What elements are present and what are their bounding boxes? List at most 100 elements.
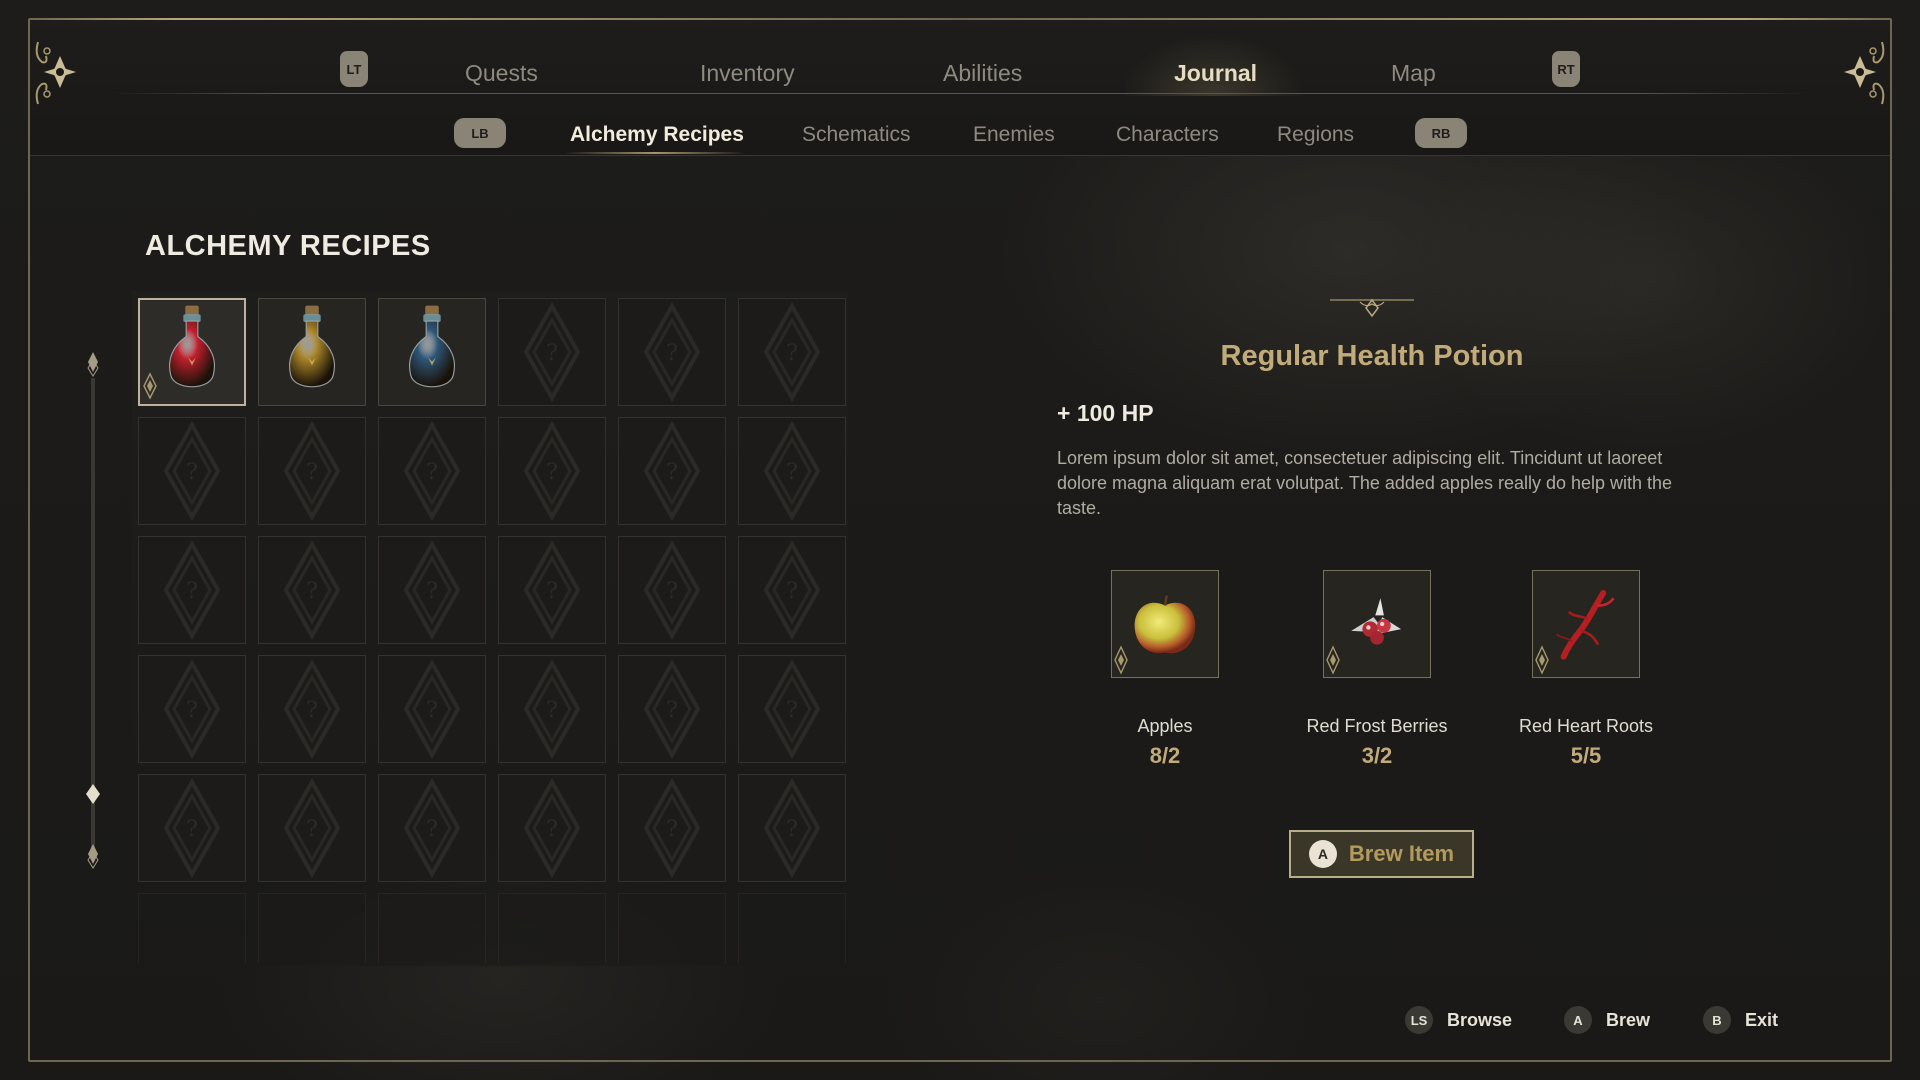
svg-text:?: ? [306, 579, 318, 604]
item-name: Regular Health Potion [1220, 340, 1524, 372]
svg-text:?: ? [306, 817, 318, 842]
recipe-slot-locked[interactable]: ? [618, 655, 726, 763]
recipe-slot-locked[interactable]: ? [258, 774, 366, 882]
recipe-slot-locked[interactable]: ? [498, 298, 606, 406]
rt-button[interactable]: RT [1552, 51, 1580, 87]
recipe-slot[interactable] [258, 298, 366, 406]
locked-recipe-icon: ? [523, 778, 581, 878]
recipe-slot-locked[interactable]: ? [738, 655, 846, 763]
red-potion-icon [169, 305, 215, 388]
locked-recipe-icon: ? [763, 659, 821, 759]
svg-text:?: ? [426, 460, 438, 485]
svg-text:?: ? [666, 698, 678, 723]
ingredient-name: Red Heart Roots [1518, 716, 1654, 736]
title-ornament-icon [1330, 298, 1414, 318]
svg-text:?: ? [546, 341, 558, 366]
recipe-slot-locked[interactable]: ? [378, 417, 486, 525]
locked-recipe-icon: ? [283, 778, 341, 878]
recipe-slot-locked[interactable]: ? [618, 417, 726, 525]
svg-text:?: ? [426, 698, 438, 723]
subtab-regions[interactable]: Regions [1277, 123, 1354, 147]
recipe-slot-locked[interactable]: ? [738, 417, 846, 525]
nav-divider [112, 93, 1808, 94]
recipe-slot-locked[interactable]: ? [498, 774, 606, 882]
brew-item-button[interactable]: A Brew Item [1289, 830, 1474, 878]
recipe-slot-locked[interactable]: ? [738, 774, 846, 882]
recipe-slot-locked[interactable]: ? [378, 774, 486, 882]
locked-recipe-icon: ? [763, 421, 821, 521]
recipe-slot-locked [258, 893, 366, 963]
recipe-grid: ??????????????????????????? [138, 298, 846, 1001]
subtab-schematics[interactable]: Schematics [802, 123, 911, 147]
recipe-slot-locked[interactable]: ? [498, 536, 606, 644]
recipe-slot-locked[interactable]: ? [138, 774, 246, 882]
svg-text:?: ? [186, 817, 198, 842]
locked-recipe-icon: ? [403, 421, 461, 521]
recipe-slot[interactable] [138, 298, 246, 406]
corner-diamond-icon [143, 372, 157, 400]
locked-recipe-icon: ? [283, 421, 341, 521]
hint-browse[interactable]: LS Browse [1405, 1006, 1512, 1034]
section-title: ALCHEMY RECIPES [145, 230, 431, 262]
recipe-slot-locked[interactable]: ? [258, 536, 366, 644]
recipe-slot[interactable] [378, 298, 486, 406]
locked-recipe-icon: ? [163, 421, 221, 521]
recipe-slot-locked[interactable]: ? [618, 298, 726, 406]
lb-button[interactable]: LB [454, 118, 506, 148]
recipe-slot-locked[interactable]: ? [738, 536, 846, 644]
tab-journal[interactable]: Journal [1174, 60, 1257, 87]
svg-text:?: ? [306, 460, 318, 485]
svg-text:?: ? [786, 341, 798, 366]
ingredient-count: 3/2 [1361, 743, 1393, 768]
corner-diamond-icon [1535, 645, 1549, 675]
lt-button[interactable]: LT [340, 51, 368, 87]
recipe-slot-locked[interactable]: ? [258, 655, 366, 763]
recipe-slot-locked[interactable]: ? [498, 417, 606, 525]
rb-button[interactable]: RB [1415, 118, 1467, 148]
item-description: Lorem ipsum dolor sit amet, consectetuer… [1057, 448, 1673, 518]
svg-text:?: ? [666, 817, 678, 842]
subtab-characters[interactable]: Characters [1116, 123, 1219, 147]
ingredient-red-heart-roots: Red Heart Roots 5/5 [1491, 570, 1681, 769]
recipe-slot-locked[interactable]: ? [378, 536, 486, 644]
recipe-slot-locked[interactable]: ? [258, 417, 366, 525]
svg-text:?: ? [186, 579, 198, 604]
recipe-slot-locked[interactable]: ? [738, 298, 846, 406]
tab-inventory[interactable]: Inventory [700, 60, 795, 87]
recipe-slot-locked[interactable]: ? [138, 655, 246, 763]
svg-text:?: ? [426, 579, 438, 604]
ingredient-slot [1532, 570, 1640, 678]
ingredient-apples: Apples 8/2 [1070, 570, 1260, 769]
svg-text:?: ? [666, 341, 678, 366]
hint-label: Exit [1745, 1009, 1779, 1030]
hint-brew[interactable]: A Brew [1564, 1006, 1650, 1034]
item-stat: + 100 HP [1057, 400, 1154, 426]
subtab-enemies[interactable]: Enemies [973, 123, 1055, 147]
tab-quests[interactable]: Quests [465, 60, 538, 87]
locked-recipe-icon: ? [523, 302, 581, 402]
recipe-slot-locked[interactable]: ? [138, 417, 246, 525]
scrollbar[interactable] [86, 352, 100, 872]
corner-ornament-icon [35, 41, 76, 105]
recipe-slot-locked[interactable]: ? [618, 536, 726, 644]
recipe-slot-locked[interactable]: ? [138, 536, 246, 644]
locked-recipe-icon: ? [523, 540, 581, 640]
locked-recipe-icon: ? [283, 659, 341, 759]
recipe-slot-locked [498, 893, 606, 963]
recipe-slot-locked[interactable]: ? [618, 774, 726, 882]
frame-top-glow [28, 18, 1892, 20]
hint-exit[interactable]: B Exit [1703, 1006, 1778, 1034]
recipe-slot-locked[interactable]: ? [498, 655, 606, 763]
recipe-slot-locked[interactable]: ? [378, 655, 486, 763]
yellow-potion-icon [289, 305, 335, 388]
svg-text:?: ? [546, 579, 558, 604]
svg-text:?: ? [786, 698, 798, 723]
subtab-alchemy-recipes[interactable]: Alchemy Recipes [570, 123, 744, 147]
svg-text:?: ? [546, 817, 558, 842]
tab-map[interactable]: Map [1391, 60, 1436, 87]
blue-potion-icon [409, 305, 455, 388]
svg-text:?: ? [426, 817, 438, 842]
apple-icon [1134, 595, 1196, 654]
svg-text:?: ? [546, 460, 558, 485]
tab-abilities[interactable]: Abilities [943, 60, 1022, 87]
